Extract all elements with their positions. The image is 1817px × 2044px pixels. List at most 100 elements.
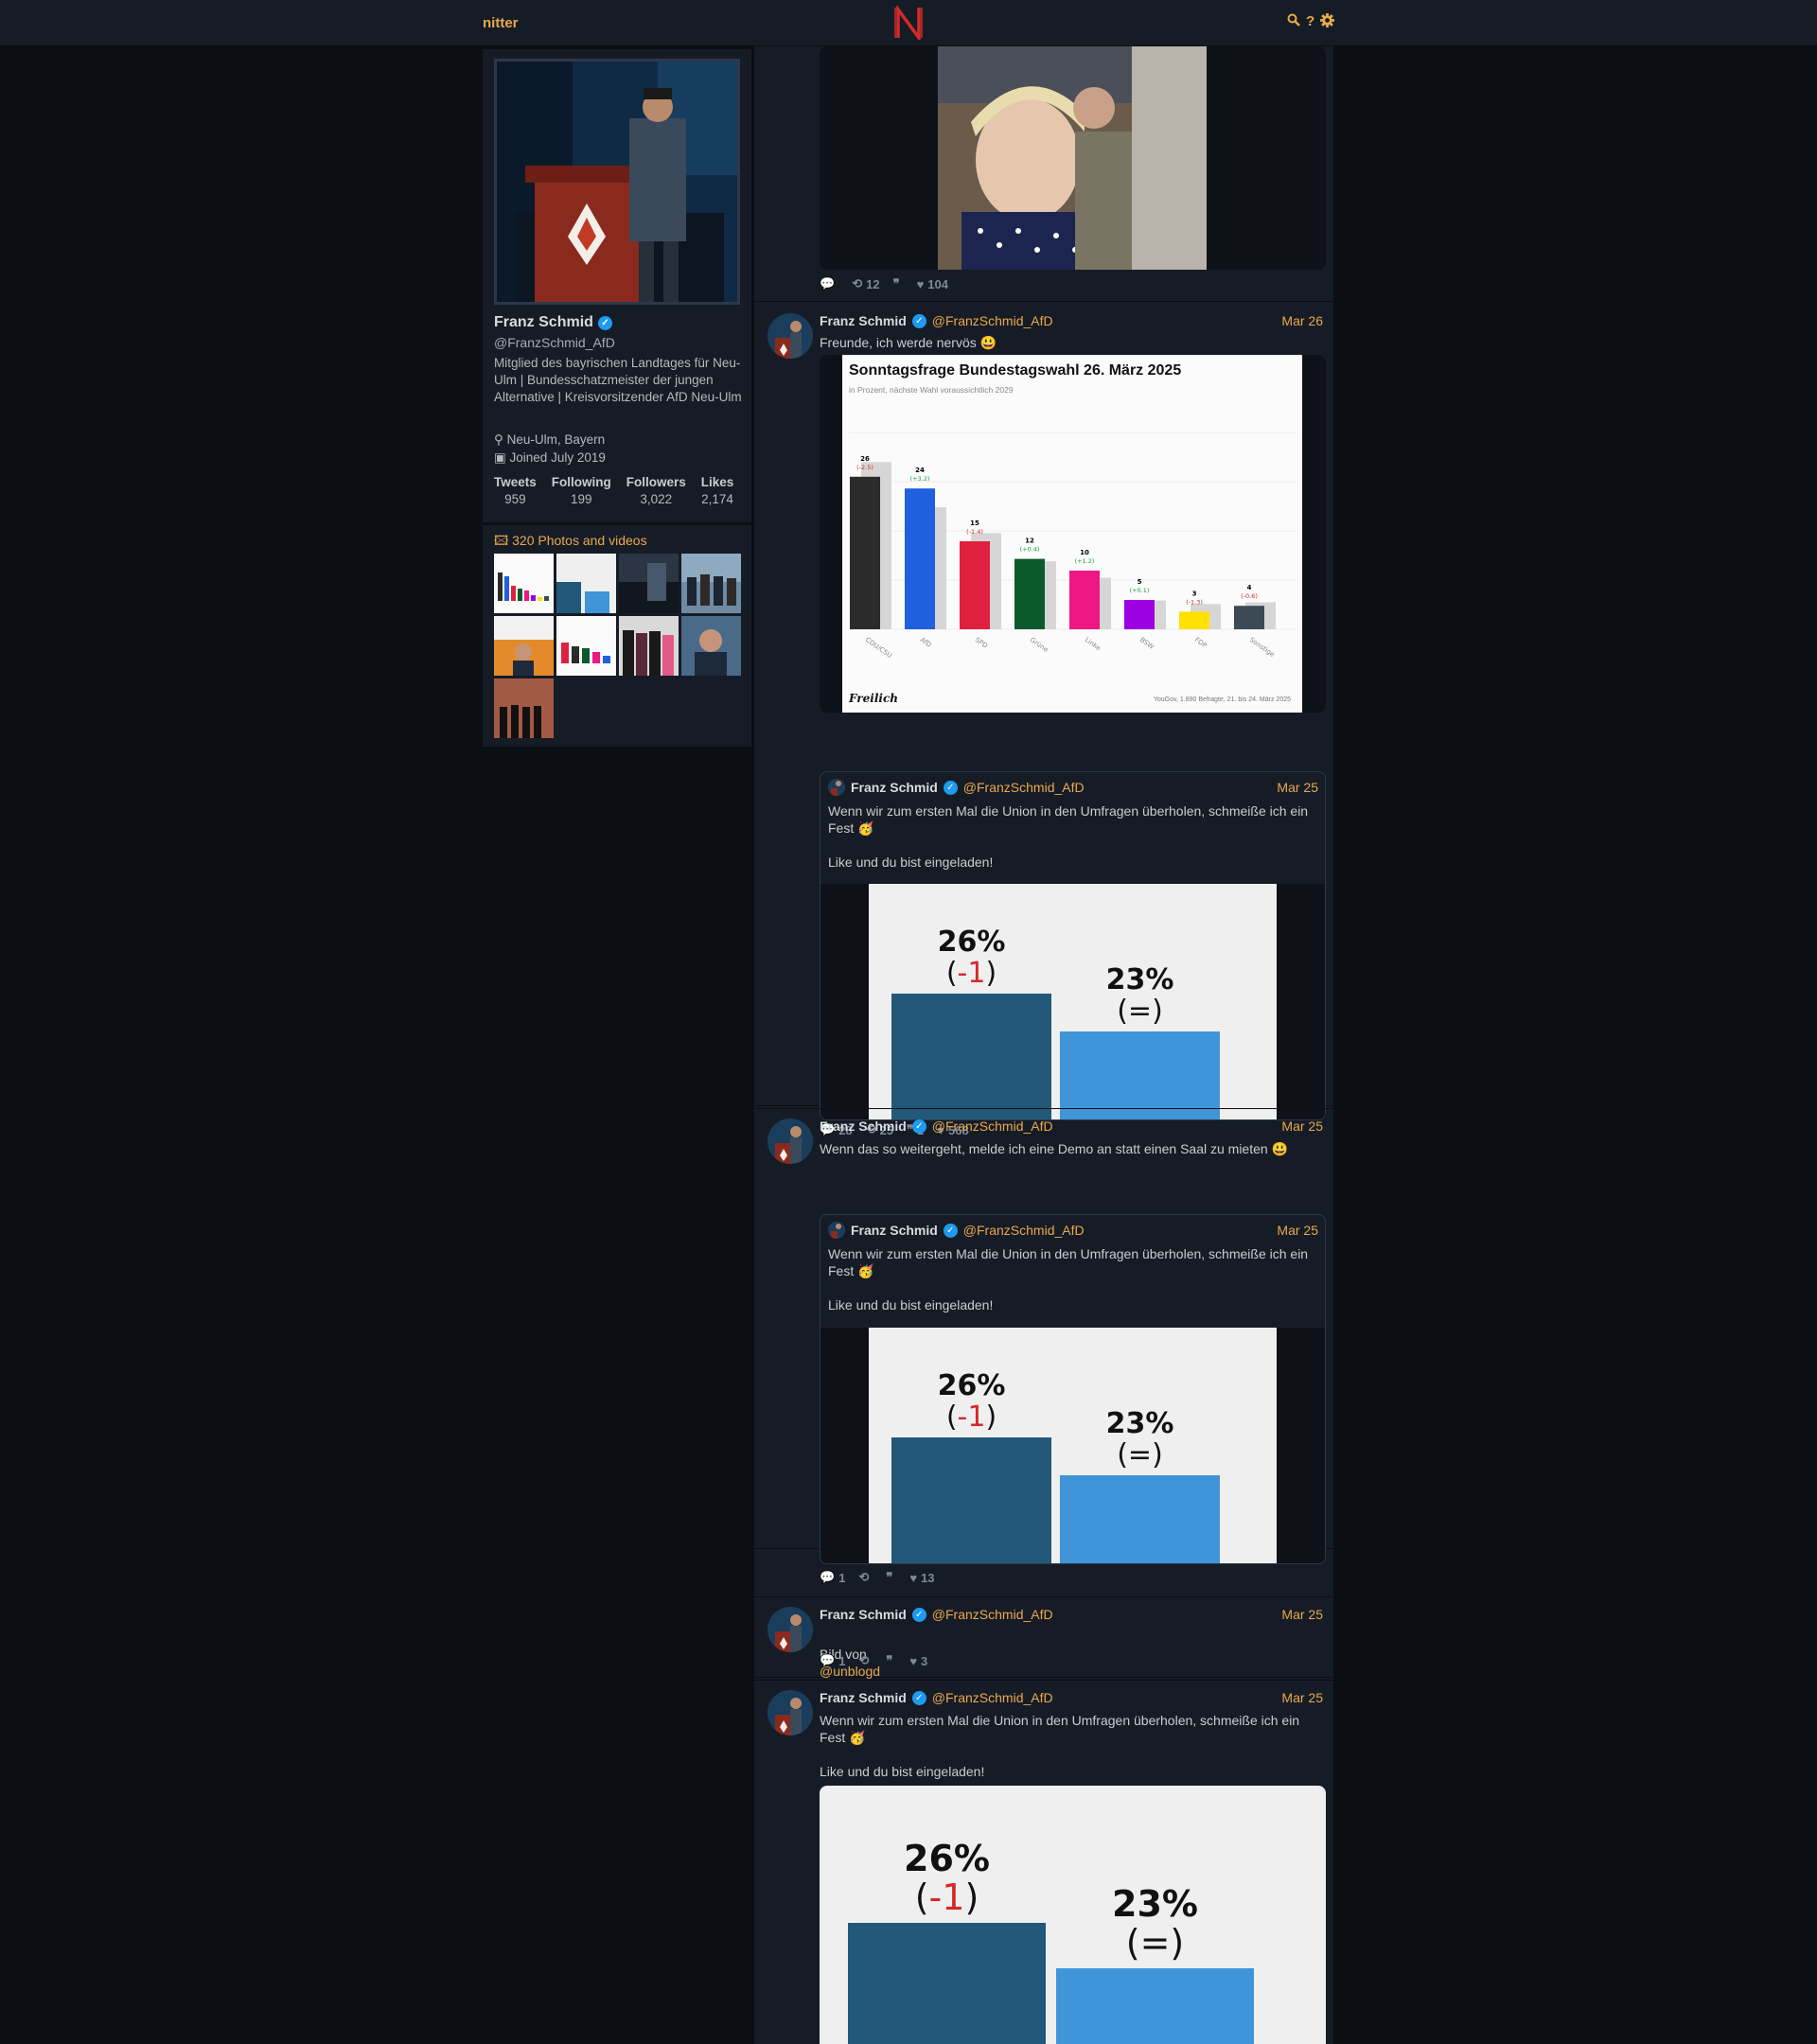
tweet-date[interactable]: Mar 25 xyxy=(1281,1607,1323,1622)
quoted-author-handle[interactable]: @FranzSchmid_AfD xyxy=(963,780,1085,795)
union-value-label: 23% xyxy=(1105,1406,1174,1440)
media-thumbnail[interactable] xyxy=(681,554,741,613)
reply-button[interactable]: 💬 1 xyxy=(820,1570,845,1585)
tweet[interactable]: Franz Schmid ✓ @FranzSchmid_AfD Mar 25 B… xyxy=(754,1596,1333,1679)
quote-icon: ❞ xyxy=(892,276,900,291)
photos-videos-link[interactable]: 🖾 320 Photos and videos xyxy=(494,531,647,554)
profile-name[interactable]: Franz Schmid ✓ xyxy=(494,314,612,331)
tweet[interactable]: Franz Schmid ✓ @FranzSchmid_AfD Mar 25 W… xyxy=(754,1108,1333,1564)
retweet-button[interactable]: ⟲ xyxy=(858,1570,873,1585)
avatar[interactable] xyxy=(828,779,845,796)
like-button[interactable]: ♥ 13 xyxy=(909,1570,934,1585)
union-value-label: 23% xyxy=(1112,1882,1198,1925)
quote-button[interactable]: ❞ xyxy=(893,276,904,291)
tweet[interactable]: Franz Schmid ✓ @FranzSchmid_AfD Mar 25 W… xyxy=(754,1680,1333,2044)
tweet-author-handle[interactable]: @FranzSchmid_AfD xyxy=(932,1690,1053,1705)
tweet-author-handle[interactable]: @FranzSchmid_AfD xyxy=(932,313,1053,328)
like-button[interactable]: ♥ 104 xyxy=(917,276,948,291)
timeline: 💬 ⟲ 12 ❞ ♥ 104 Franz Schmid ✓ @FranzSchmid… xyxy=(754,46,1333,2044)
poll-value-label: 4 xyxy=(1247,584,1252,591)
profile-joined: ▣ Joined July 2019 xyxy=(494,450,606,465)
search-icon[interactable] xyxy=(1287,13,1300,31)
retweet-button[interactable]: ⟲ 12 xyxy=(852,276,879,291)
avatar[interactable] xyxy=(767,1607,813,1652)
media-thumbnail[interactable] xyxy=(494,678,554,738)
tweet-author-name[interactable]: Franz Schmid xyxy=(820,1607,907,1622)
poll-change-label: (+0.1) xyxy=(1130,587,1150,594)
heart-icon: ♥ xyxy=(916,276,925,291)
poll-value-label: 26 xyxy=(860,455,870,463)
tweet-photo[interactable] xyxy=(820,46,1326,270)
navbar: nitter ? xyxy=(0,0,1817,46)
poll-value-label: 10 xyxy=(1080,549,1089,556)
quoted-tweet[interactable]: Franz Schmid ✓ @FranzSchmid_AfD Mar 25 W… xyxy=(820,771,1326,1120)
location-pin-icon: ⚲ xyxy=(494,432,503,447)
poll-bar xyxy=(960,541,990,629)
tweet-author-handle[interactable]: @FranzSchmid_AfD xyxy=(932,1607,1053,1622)
verified-icon: ✓ xyxy=(911,313,926,328)
poll-category-label: Sonstige xyxy=(1248,636,1276,659)
poll-change-label: (+3.2) xyxy=(910,475,930,483)
stat-likes[interactable]: Likes 2,174 xyxy=(701,475,734,506)
poll-bar xyxy=(1124,600,1155,629)
poll-category-label: AfD xyxy=(919,636,933,649)
tweet-date[interactable]: Mar 25 xyxy=(1281,1690,1323,1705)
avatar[interactable] xyxy=(767,313,813,359)
avatar[interactable] xyxy=(767,1690,813,1736)
tweet-photo[interactable]: 26% (-1) 23% (=) xyxy=(820,1786,1326,2044)
union-change-label: (=) xyxy=(1117,994,1163,1028)
quoted-author-handle[interactable]: @FranzSchmid_AfD xyxy=(963,1223,1085,1238)
reply-button[interactable]: 💬 xyxy=(820,276,838,291)
profile-handle[interactable]: @FranzSchmid_AfD xyxy=(494,335,615,350)
poll-bar xyxy=(1014,558,1045,629)
poll-change-label: (-2.5) xyxy=(856,464,873,471)
tweet-date[interactable]: Mar 26 xyxy=(1281,313,1323,328)
media-thumbnail[interactable] xyxy=(681,616,741,676)
quoted-date[interactable]: Mar 25 xyxy=(1277,1223,1318,1238)
help-icon[interactable]: ? xyxy=(1306,13,1314,31)
quote-button[interactable]: ❞ xyxy=(886,1570,896,1585)
stat-following[interactable]: Following 199 xyxy=(552,475,611,506)
tweet-author-handle[interactable]: @FranzSchmid_AfD xyxy=(932,1119,1053,1134)
tweet-author-name[interactable]: Franz Schmid xyxy=(820,313,907,328)
stat-followers[interactable]: Followers 3,022 xyxy=(626,475,686,506)
stat-tweets[interactable]: Tweets 959 xyxy=(494,475,537,506)
like-button[interactable]: ♥ 3 xyxy=(909,1653,927,1668)
avatar[interactable] xyxy=(767,1119,813,1164)
retweet-icon: ⟲ xyxy=(858,1570,870,1584)
quoted-tweet[interactable]: Franz Schmid ✓ @FranzSchmid_AfD Mar 25 W… xyxy=(820,1214,1326,1564)
media-thumbnail[interactable] xyxy=(494,616,554,676)
quoted-date[interactable]: Mar 25 xyxy=(1277,780,1318,795)
reply-button[interactable]: 💬 1 xyxy=(820,1653,845,1668)
tweet-author-name[interactable]: Franz Schmid xyxy=(820,1690,907,1705)
tweet-date[interactable]: Mar 25 xyxy=(1281,1119,1323,1134)
tweet-author-name[interactable]: Franz Schmid xyxy=(820,1119,907,1134)
quoted-author-name[interactable]: Franz Schmid xyxy=(851,1223,938,1238)
quoted-photo[interactable]: 26% (-1) 23% (=) xyxy=(820,884,1325,1119)
verified-icon: ✓ xyxy=(911,1607,926,1622)
union-bar xyxy=(1060,1474,1220,1563)
nitter-logo-icon[interactable] xyxy=(893,6,924,40)
tweet[interactable]: Franz Schmid ✓ @FranzSchmid_AfD Mar 26 F… xyxy=(754,304,1333,1137)
poll-bar xyxy=(1234,606,1264,629)
verified-icon: ✓ xyxy=(943,1223,958,1238)
media-thumbnail[interactable] xyxy=(556,554,616,613)
quoted-photo[interactable]: 26% (-1) 23% (=) xyxy=(820,1328,1325,1563)
poll-category-label: Grüne xyxy=(1029,636,1050,654)
quote-button[interactable]: ❞ xyxy=(886,1653,896,1668)
union-bar xyxy=(891,994,1051,1119)
profile-photo[interactable] xyxy=(494,59,740,305)
media-thumbnail[interactable] xyxy=(619,616,679,676)
avatar[interactable] xyxy=(828,1222,845,1239)
tweet-photo[interactable]: Sonntagsfrage Bundestagswahl 26. März 20… xyxy=(820,355,1326,713)
home-link[interactable]: nitter xyxy=(483,15,519,31)
quoted-author-name[interactable]: Franz Schmid xyxy=(851,780,938,795)
tweet[interactable]: 💬 ⟲ 12 ❞ ♥ 104 xyxy=(754,46,1333,302)
profile-stats: Tweets 959 Following 199 Followers 3,022 Li… xyxy=(494,475,733,506)
retweet-button[interactable]: ⟲ xyxy=(858,1653,873,1668)
media-thumbnail[interactable] xyxy=(494,554,554,613)
poll-chart-source: YouGov, 1.890 Befragte, 21. bis 24. März… xyxy=(1153,696,1291,703)
media-thumbnail[interactable] xyxy=(556,616,616,676)
gear-icon[interactable] xyxy=(1320,13,1335,31)
media-thumbnail[interactable] xyxy=(619,554,679,613)
